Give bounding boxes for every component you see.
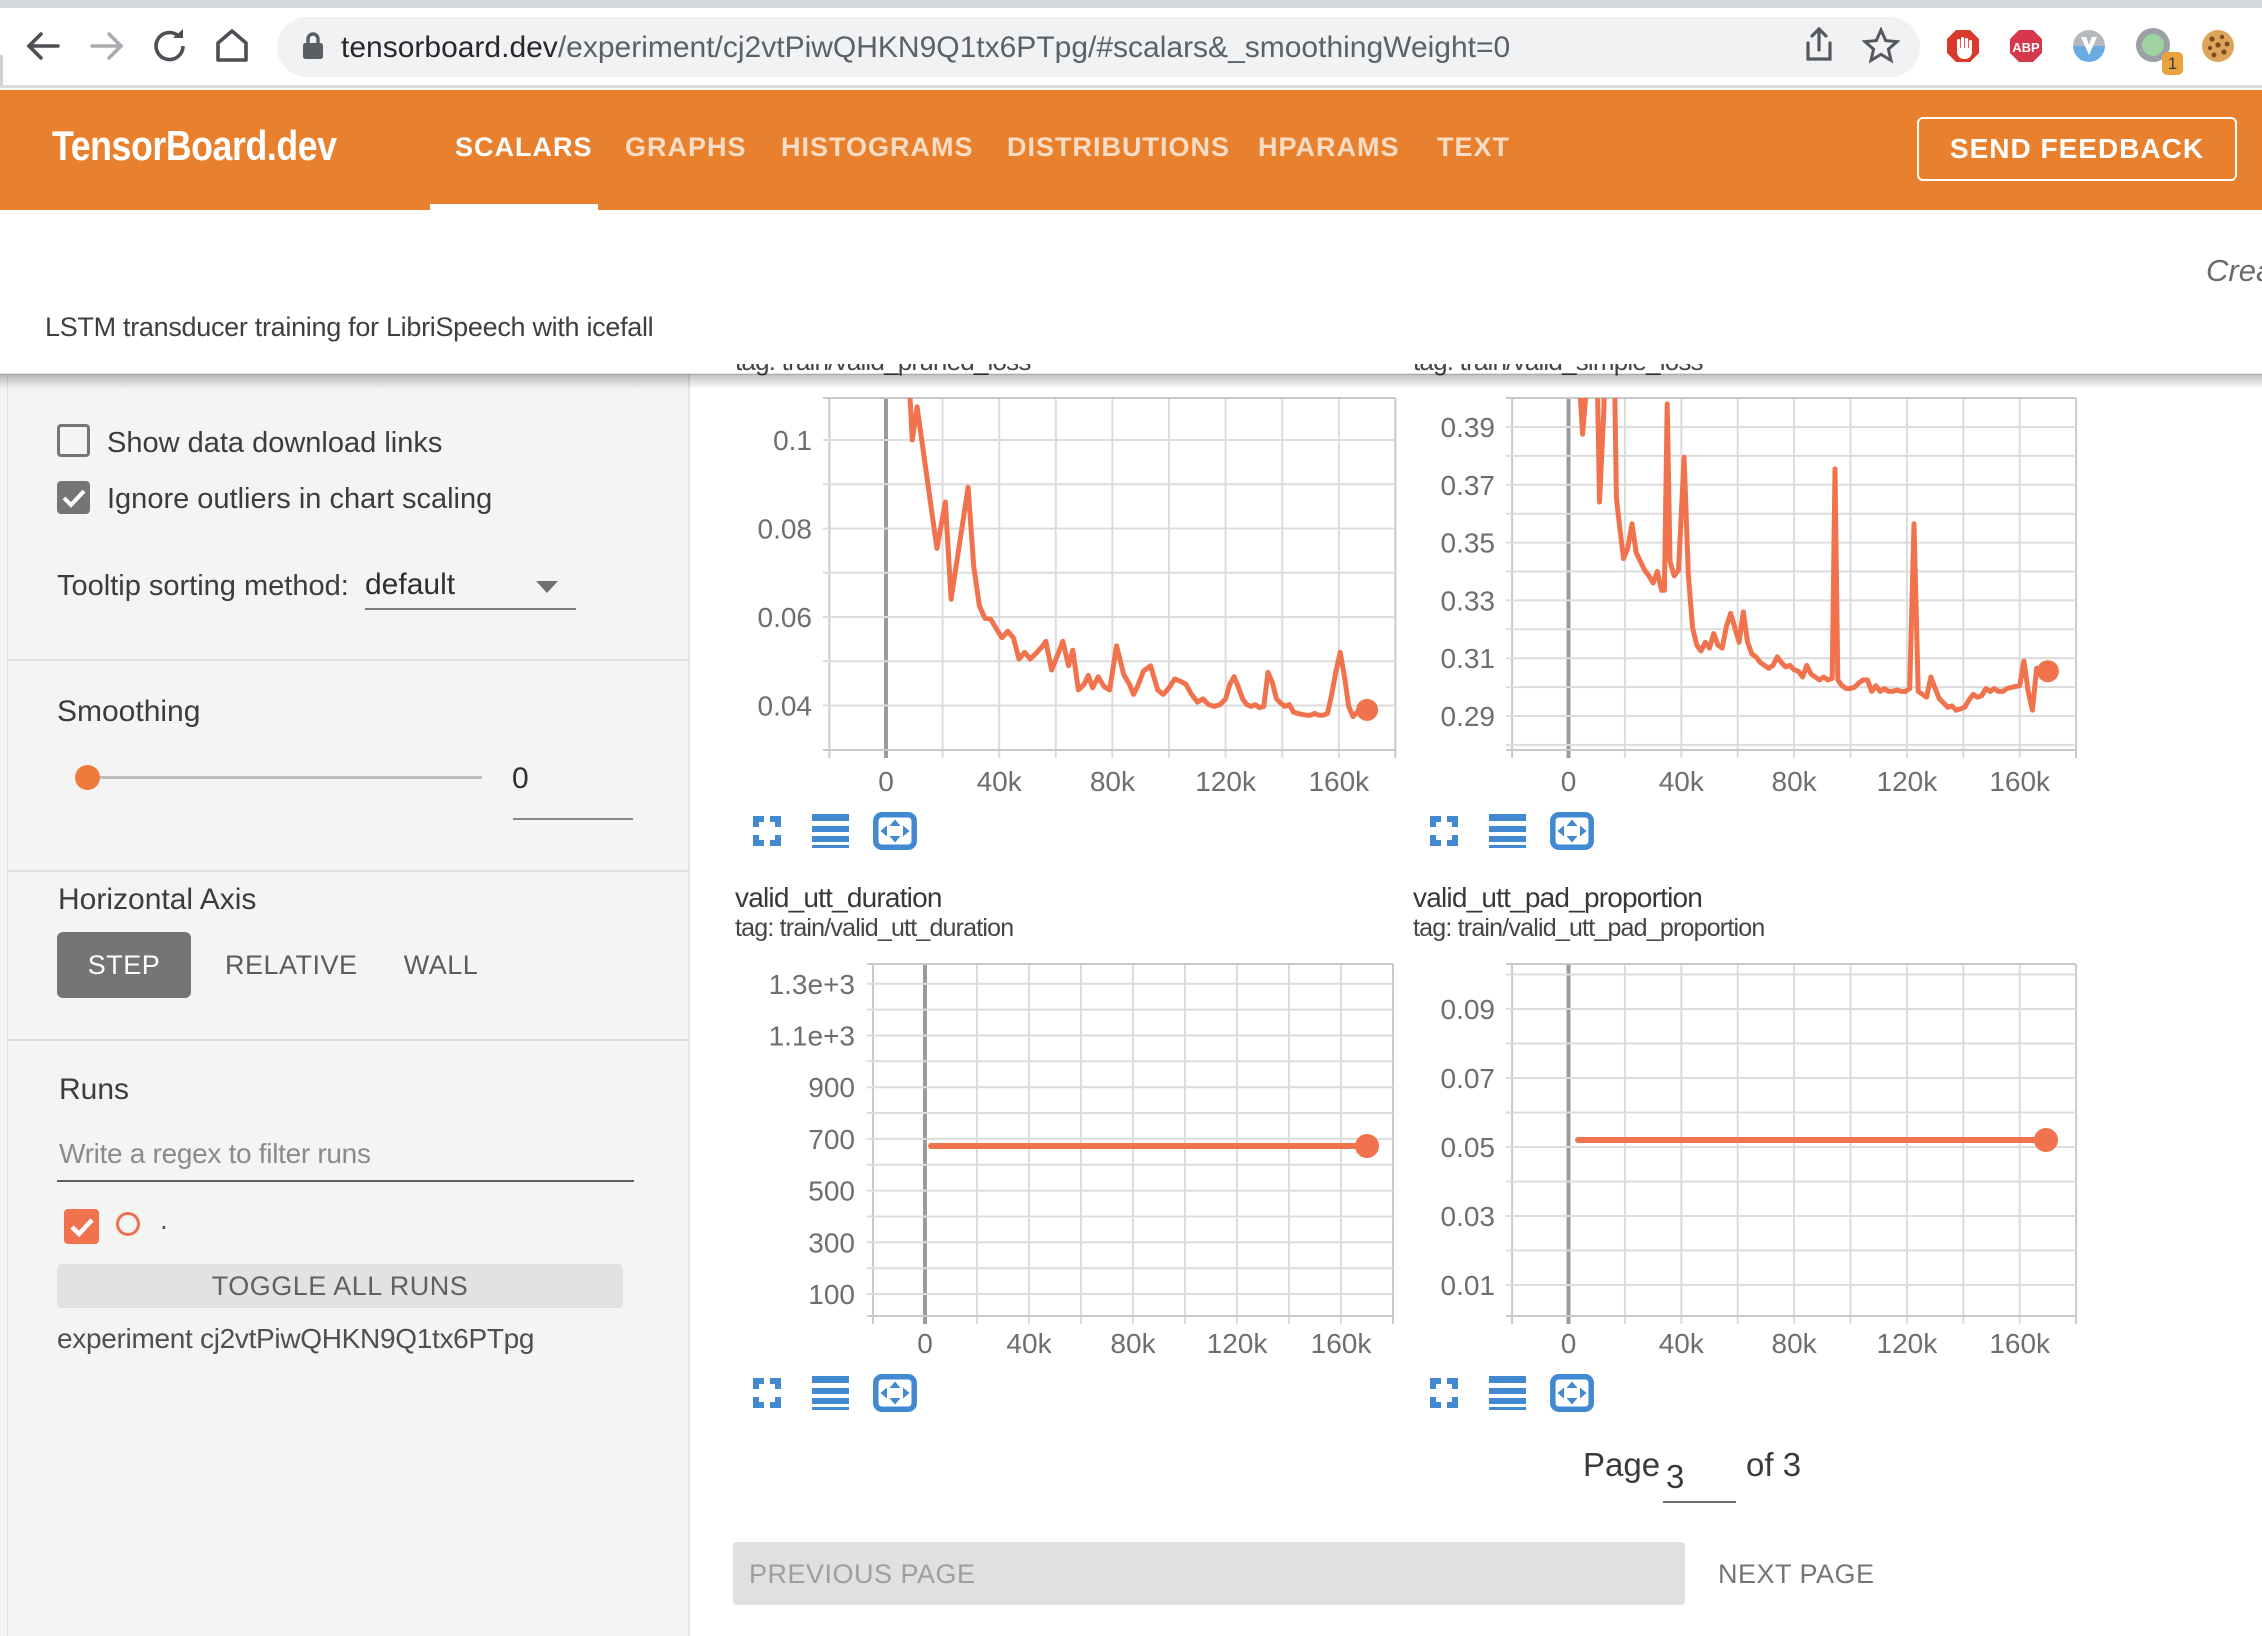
svg-text:40k: 40k [1659, 1328, 1705, 1359]
svg-text:120k: 120k [1877, 766, 1939, 797]
svg-text:160k: 160k [1311, 1328, 1373, 1359]
svg-text:0.06: 0.06 [758, 602, 813, 633]
svg-text:40k: 40k [977, 766, 1023, 797]
svg-text:160k: 160k [1308, 766, 1370, 797]
svg-text:0: 0 [917, 1328, 933, 1359]
svg-text:40k: 40k [1659, 766, 1705, 797]
svg-text:ABP: ABP [2012, 40, 2040, 55]
svg-text:0.1: 0.1 [773, 425, 812, 456]
svg-text:160k: 160k [1989, 766, 2051, 797]
svg-text:120k: 120k [1207, 1328, 1269, 1359]
svg-text:100: 100 [808, 1279, 855, 1310]
svg-text:0.29: 0.29 [1441, 701, 1496, 732]
svg-text:0.31: 0.31 [1441, 643, 1496, 674]
svg-text:0.09: 0.09 [1441, 994, 1496, 1025]
svg-text:0.03: 0.03 [1441, 1201, 1496, 1232]
svg-text:500: 500 [808, 1176, 855, 1207]
svg-text:300: 300 [808, 1227, 855, 1258]
svg-text:0: 0 [1561, 1328, 1577, 1359]
svg-text:1.1e+3: 1.1e+3 [769, 1021, 855, 1052]
svg-text:0: 0 [878, 766, 894, 797]
svg-text:80k: 80k [1110, 1328, 1156, 1359]
svg-text:700: 700 [808, 1124, 855, 1155]
svg-text:0.35: 0.35 [1441, 528, 1496, 559]
svg-text:0.37: 0.37 [1441, 470, 1496, 501]
svg-text:0.33: 0.33 [1441, 585, 1496, 616]
svg-text:40k: 40k [1006, 1328, 1052, 1359]
svg-text:900: 900 [808, 1072, 855, 1103]
svg-text:0.04: 0.04 [758, 691, 813, 722]
svg-text:120k: 120k [1195, 766, 1257, 797]
svg-text:0.07: 0.07 [1441, 1063, 1496, 1094]
svg-text:80k: 80k [1090, 766, 1136, 797]
svg-text:80k: 80k [1772, 1328, 1818, 1359]
svg-text:120k: 120k [1877, 1328, 1939, 1359]
svg-text:0.39: 0.39 [1441, 412, 1496, 443]
svg-text:0: 0 [1561, 766, 1577, 797]
svg-text:80k: 80k [1772, 766, 1818, 797]
svg-text:1: 1 [2168, 54, 2177, 73]
svg-text:1.3e+3: 1.3e+3 [769, 969, 855, 1000]
svg-text:160k: 160k [1989, 1328, 2051, 1359]
svg-text:0.01: 0.01 [1441, 1270, 1496, 1301]
svg-text:0.05: 0.05 [1441, 1132, 1496, 1163]
svg-text:0.08: 0.08 [758, 514, 813, 545]
